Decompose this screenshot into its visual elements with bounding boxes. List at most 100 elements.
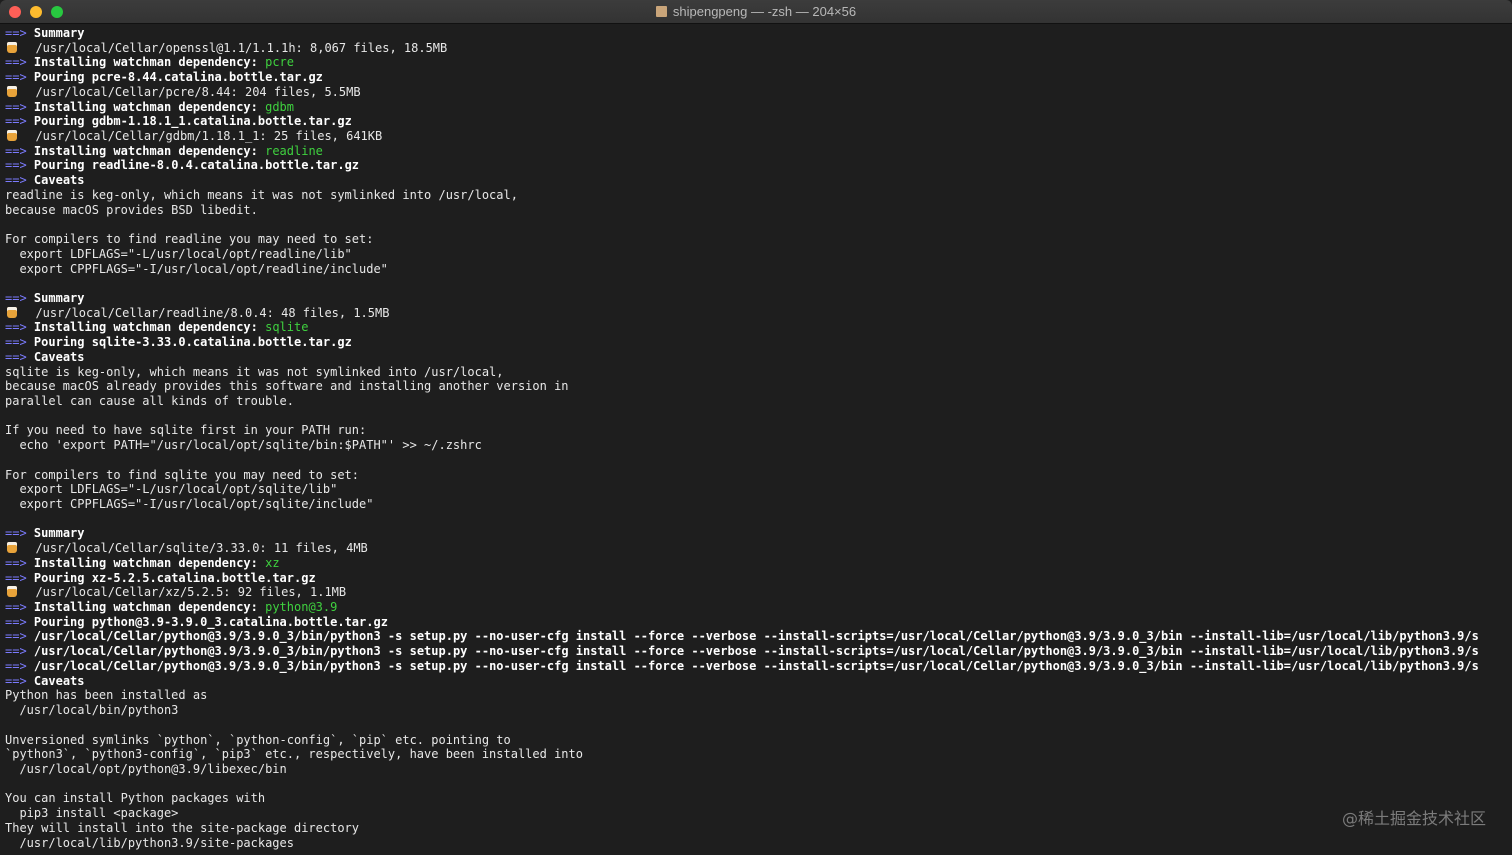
terminal-line: ==> Installing watchman dependency: xz bbox=[5, 556, 1512, 571]
arrow-marker: ==> bbox=[5, 26, 27, 40]
terminal-line: `python3`, `python3-config`, `pip3` etc.… bbox=[5, 747, 1512, 762]
beer-mug-icon bbox=[7, 130, 17, 142]
window-title-container: shipengpeng — -zsh — 204×56 bbox=[0, 0, 1512, 24]
beer-mug-icon bbox=[7, 542, 17, 554]
heading-text: Caveats bbox=[33, 349, 85, 364]
heading-text: Summary bbox=[33, 290, 85, 305]
arrow-marker: ==> bbox=[5, 658, 27, 673]
plain-text: If you need to have sqlite first in your… bbox=[5, 423, 367, 438]
terminal-line: echo 'export PATH="/usr/local/opt/sqlite… bbox=[5, 438, 1512, 453]
heading-text: /usr/local/Cellar/python@3.9/3.9.0_3/bin… bbox=[33, 629, 1479, 644]
terminal-line: pip3 install <package> bbox=[5, 806, 1512, 821]
plain-text: echo 'export PATH="/usr/local/opt/sqlite… bbox=[5, 438, 482, 453]
terminal-line: For compilers to find sqlite you may nee… bbox=[5, 468, 1512, 483]
terminal-line: export CPPFLAGS="-I/usr/local/opt/sqlite… bbox=[5, 497, 1512, 512]
arrow-marker: ==> bbox=[5, 99, 27, 114]
heading-text: Pouring pcre-8.44.catalina.bottle.tar.gz bbox=[33, 70, 323, 85]
terminal-line: ==> Installing watchman dependency: pcre bbox=[5, 55, 1512, 70]
summary-text: /usr/local/Cellar/pcre/8.44: 204 files, … bbox=[35, 84, 361, 99]
plain-text: sqlite is keg-only, which means it was n… bbox=[5, 364, 504, 379]
terminal-line: export LDFLAGS="-L/usr/local/opt/sqlite/… bbox=[5, 482, 1512, 497]
package-name: xz bbox=[265, 555, 280, 570]
arrow-marker: ==> bbox=[5, 55, 27, 70]
terminal-line: ==> /usr/local/Cellar/python@3.9/3.9.0_3… bbox=[5, 629, 1512, 644]
plain-text: For compilers to find sqlite you may nee… bbox=[5, 467, 360, 482]
title-bar[interactable]: shipengpeng — -zsh — 204×56 bbox=[0, 0, 1512, 24]
window-title: shipengpeng — -zsh — 204×56 bbox=[672, 4, 857, 19]
summary-text: /usr/local/Cellar/readline/8.0.4: 48 fil… bbox=[35, 305, 390, 320]
heading-text: Pouring readline-8.0.4.catalina.bottle.t… bbox=[33, 158, 360, 173]
plain-text: /usr/local/bin/python3 bbox=[5, 703, 179, 718]
plain-text: export LDFLAGS="-L/usr/local/opt/sqlite/… bbox=[5, 482, 338, 497]
terminal-line: ==> /usr/local/Cellar/python@3.9/3.9.0_3… bbox=[5, 644, 1512, 659]
terminal-line: /usr/local/Cellar/openssl@1.1/1.1.1h: 8,… bbox=[5, 41, 1512, 56]
arrow-marker: ==> bbox=[5, 349, 27, 364]
terminal-line: ==> Summary bbox=[5, 291, 1512, 306]
house-icon bbox=[655, 6, 667, 17]
beer-mug-icon bbox=[7, 85, 17, 97]
arrow-marker: ==> bbox=[5, 673, 27, 688]
terminal-line: /usr/local/Cellar/gdbm/1.18.1_1: 25 file… bbox=[5, 129, 1512, 144]
arrow-marker: ==> bbox=[5, 526, 27, 541]
heading-text: /usr/local/Cellar/python@3.9/3.9.0_3/bin… bbox=[33, 658, 1479, 673]
package-name: readline bbox=[265, 143, 323, 158]
plain-text: parallel can cause all kinds of trouble. bbox=[5, 393, 294, 408]
terminal-line: ==> Pouring pcre-8.44.catalina.bottle.ta… bbox=[5, 70, 1512, 85]
plain-text: pip3 install <package> bbox=[5, 806, 179, 821]
terminal-line: ==> Caveats bbox=[5, 674, 1512, 689]
arrow-marker: ==> bbox=[5, 570, 27, 585]
arrow-marker: ==> bbox=[5, 114, 27, 129]
heading-text: Installing watchman dependency: bbox=[33, 99, 266, 114]
heading-text: Installing watchman dependency: bbox=[33, 143, 266, 158]
beer-mug-icon bbox=[7, 41, 17, 53]
plain-text: readline is keg-only, which means it was… bbox=[5, 187, 518, 202]
plain-text: /usr/local/lib/python3.9/site-packages bbox=[5, 835, 294, 850]
plain-text: export LDFLAGS="-L/usr/local/opt/readlin… bbox=[5, 246, 352, 261]
terminal-line: readline is keg-only, which means it was… bbox=[5, 188, 1512, 203]
terminal-line: Python has been installed as bbox=[5, 688, 1512, 703]
terminal-line: ==> Pouring gdbm-1.18.1_1.catalina.bottl… bbox=[5, 114, 1512, 129]
arrow-marker: ==> bbox=[5, 70, 27, 85]
summary-text: /usr/local/Cellar/gdbm/1.18.1_1: 25 file… bbox=[35, 129, 383, 144]
plain-text: Python has been installed as bbox=[5, 688, 208, 703]
arrow-marker: ==> bbox=[5, 644, 27, 659]
arrow-marker: ==> bbox=[5, 629, 27, 644]
arrow-marker: ==> bbox=[5, 320, 27, 335]
plain-text: Unversioned symlinks `python`, `python-c… bbox=[5, 732, 511, 747]
plain-text: export CPPFLAGS="-I/usr/local/opt/sqlite… bbox=[5, 497, 374, 511]
heading-text: Installing watchman dependency: bbox=[33, 320, 266, 335]
heading-text: Installing watchman dependency: bbox=[33, 600, 266, 615]
terminal-line: ==> Pouring readline-8.0.4.catalina.bott… bbox=[5, 158, 1512, 173]
terminal-line: ==> Installing watchman dependency: gdbm bbox=[5, 100, 1512, 115]
terminal-line: sqlite is keg-only, which means it was n… bbox=[5, 365, 1512, 380]
heading-text: Pouring sqlite-3.33.0.catalina.bottle.ta… bbox=[33, 335, 352, 350]
plain-text: You can install Python packages with bbox=[5, 791, 266, 806]
terminal-line: /usr/local/Cellar/sqlite/3.33.0: 11 file… bbox=[5, 541, 1512, 556]
terminal-line: ==> Caveats bbox=[5, 173, 1512, 188]
arrow-marker: ==> bbox=[5, 555, 27, 570]
terminal-line: For compilers to find readline you may n… bbox=[5, 232, 1512, 247]
terminal-line: /usr/local/Cellar/readline/8.0.4: 48 fil… bbox=[5, 306, 1512, 321]
package-name: python@3.9 bbox=[265, 600, 338, 615]
terminal-line: /usr/local/opt/python@3.9/libexec/bin bbox=[5, 762, 1512, 777]
terminal-line: /usr/local/Cellar/pcre/8.44: 204 files, … bbox=[5, 85, 1512, 100]
heading-text: /usr/local/Cellar/python@3.9/3.9.0_3/bin… bbox=[33, 644, 1479, 659]
heading-text: Pouring gdbm-1.18.1_1.catalina.bottle.ta… bbox=[33, 114, 352, 129]
plain-text: For compilers to find readline you may n… bbox=[5, 232, 374, 247]
arrow-marker: ==> bbox=[5, 614, 27, 629]
terminal-line: If you need to have sqlite first in your… bbox=[5, 423, 1512, 438]
terminal-output[interactable]: ==> Summary /usr/local/Cellar/openssl@1.… bbox=[5, 26, 1512, 855]
beer-mug-icon bbox=[7, 586, 17, 598]
terminal-line: ==> Pouring xz-5.2.5.catalina.bottle.tar… bbox=[5, 571, 1512, 586]
plain-text: /usr/local/opt/python@3.9/libexec/bin bbox=[5, 761, 287, 776]
heading-text: Caveats bbox=[33, 673, 85, 688]
plain-text: export CPPFLAGS="-I/usr/local/opt/readli… bbox=[5, 261, 388, 276]
heading-text: Summary bbox=[33, 26, 85, 40]
summary-text: /usr/local/Cellar/sqlite/3.33.0: 11 file… bbox=[35, 541, 368, 556]
terminal-line: /usr/local/bin/python3 bbox=[5, 703, 1512, 718]
